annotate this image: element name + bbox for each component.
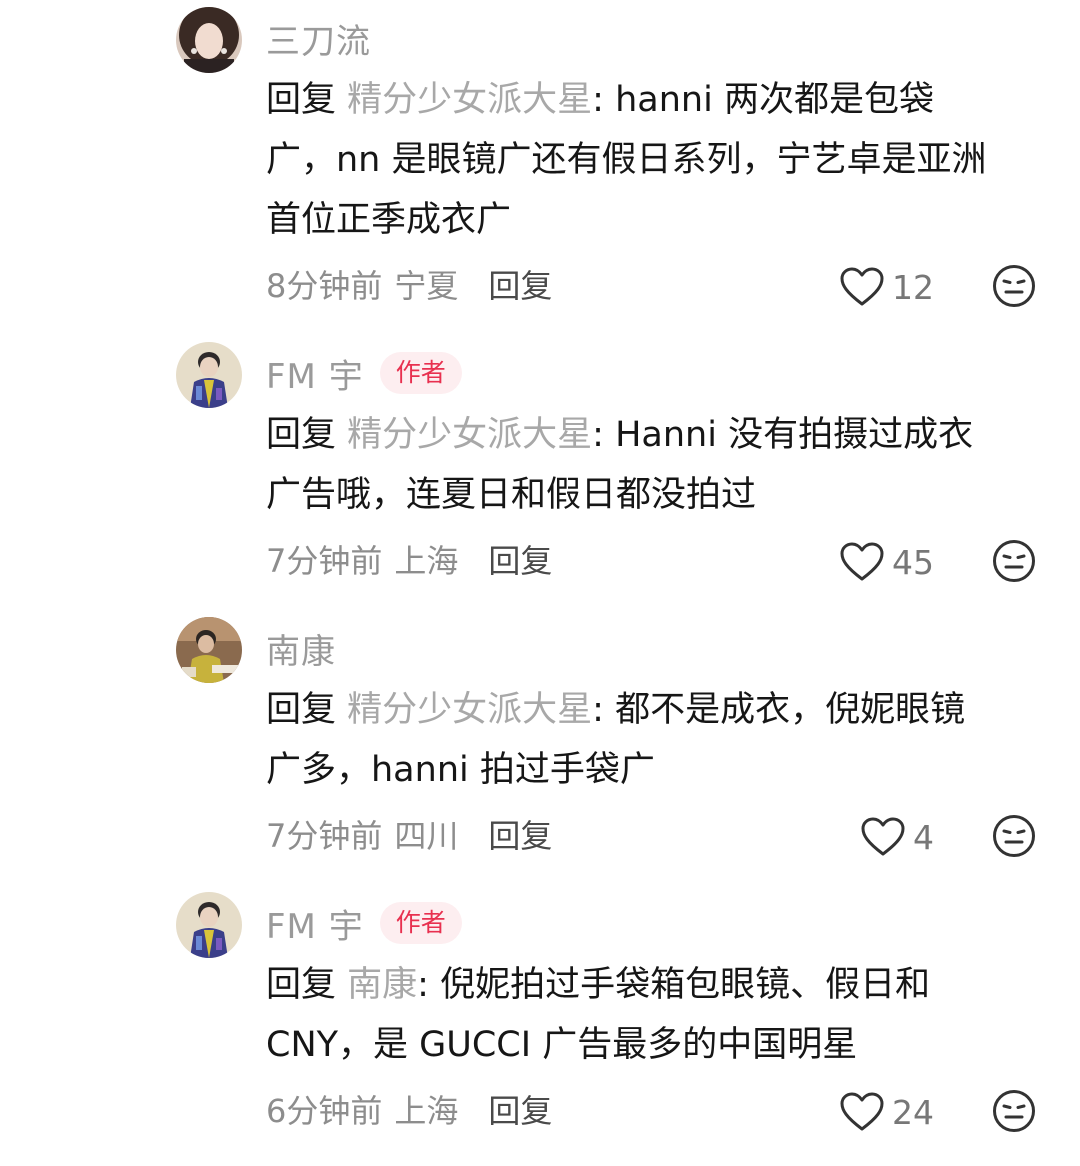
avatar-man-icon: [176, 617, 242, 683]
reply-prefix: 回复: [266, 415, 337, 455]
like-count: 12: [892, 267, 934, 307]
comment-meta: 7分钟前 上海 回复: [266, 534, 552, 584]
neutral-face-icon: [993, 815, 1035, 857]
like-button[interactable]: 45: [830, 537, 934, 587]
comment-text: 回复 精分少女派大星: 都不是成衣，倪妮眼镜 广多，hanni 拍过手袋广: [266, 680, 1046, 800]
neutral-face-icon: [993, 1090, 1035, 1132]
dislike-button[interactable]: [992, 264, 1036, 308]
author-badge: 作者: [379, 902, 462, 944]
username[interactable]: FM 宇: [266, 899, 364, 948]
username[interactable]: 南康: [266, 624, 336, 673]
comment-line: 广，nn 是眼镜广还有假日系列，宁艺卓是亚洲: [266, 140, 987, 180]
comment-text: 回复 南康: 倪妮拍过手袋箱包眼镜、假日和 CNY，是 GUCCI 广告最多的中…: [266, 955, 1046, 1075]
comment-line: 广告哦，连夏日和假日都没拍过: [266, 475, 757, 515]
timestamp: 7分钟前: [266, 542, 383, 580]
like-button[interactable]: 12: [830, 262, 934, 312]
timestamp: 6分钟前: [266, 1092, 383, 1130]
username[interactable]: 三刀流: [266, 14, 371, 63]
reply-button[interactable]: 回复: [488, 1086, 552, 1132]
author-badge: 作者: [379, 352, 462, 394]
avatar-man-icon: [176, 342, 242, 408]
name-row: FM 宇 作者: [266, 349, 462, 398]
location: 四川: [394, 817, 459, 855]
name-row: FM 宇 作者: [266, 899, 462, 948]
reply-prefix: 回复: [266, 965, 337, 1005]
avatar[interactable]: [176, 7, 242, 73]
comment-line: 回复 精分少女派大星: 都不是成衣，倪妮眼镜: [266, 690, 966, 730]
heart-icon: [840, 267, 884, 306]
comment-line-text: hanni 两次都是包袋: [615, 80, 934, 120]
location: 宁夏: [394, 267, 459, 305]
like-count: 24: [892, 1092, 934, 1132]
neutral-face-icon: [993, 540, 1035, 582]
avatar[interactable]: [176, 342, 242, 408]
reply-target-username[interactable]: 精分少女派大星: [347, 690, 592, 730]
heart-icon: [840, 1092, 884, 1131]
comment-meta: 7分钟前 四川 回复: [266, 809, 552, 859]
reply-target-username[interactable]: 精分少女派大星: [347, 415, 592, 455]
reply-button[interactable]: 回复: [488, 811, 552, 857]
like-button[interactable]: 4: [830, 812, 934, 862]
like-button[interactable]: 24: [830, 1087, 934, 1137]
comment-line: CNY，是 GUCCI 广告最多的中国明星: [266, 1025, 858, 1065]
comment-meta: 8分钟前 宁夏 回复: [266, 259, 552, 309]
comment-line: 首位正季成衣广: [266, 200, 512, 240]
comment-line: 回复 精分少女派大星: Hanni 没有拍摄过成衣: [266, 415, 974, 455]
comment-line: 回复 精分少女派大星: hanni 两次都是包袋: [266, 80, 934, 120]
timestamp: 8分钟前: [266, 267, 383, 305]
heart-icon: [840, 542, 884, 581]
avatar-man-icon: [176, 892, 242, 958]
comment-line: 回复 南康: 倪妮拍过手袋箱包眼镜、假日和: [266, 965, 931, 1005]
neutral-face-icon: [993, 265, 1035, 307]
location: 上海: [394, 1092, 459, 1130]
comment-meta: 6分钟前 上海 回复: [266, 1084, 552, 1134]
like-count: 45: [892, 542, 934, 582]
comment-text: 回复 精分少女派大星: Hanni 没有拍摄过成衣 广告哦，连夏日和假日都没拍过: [266, 405, 1046, 525]
reply-prefix: 回复: [266, 690, 337, 730]
heart-icon: [861, 817, 905, 856]
comment-line-text: 都不是成衣，倪妮眼镜: [615, 690, 966, 730]
dislike-button[interactable]: [992, 814, 1036, 858]
comment-text: 回复 精分少女派大星: hanni 两次都是包袋 广，nn 是眼镜广还有假日系列…: [266, 70, 1046, 250]
reply-button[interactable]: 回复: [488, 536, 552, 582]
like-count: 4: [913, 817, 934, 857]
reply-prefix: 回复: [266, 80, 337, 120]
avatar[interactable]: [176, 892, 242, 958]
username[interactable]: FM 宇: [266, 349, 364, 398]
timestamp: 7分钟前: [266, 817, 383, 855]
location: 上海: [394, 542, 459, 580]
name-row: 三刀流: [266, 14, 371, 63]
comment-line: 广多，hanni 拍过手袋广: [266, 750, 655, 790]
reply-button[interactable]: 回复: [488, 261, 552, 307]
avatar[interactable]: [176, 617, 242, 683]
dislike-button[interactable]: [992, 539, 1036, 583]
reply-target-username[interactable]: 南康: [347, 965, 417, 1005]
reply-target-username[interactable]: 精分少女派大星: [347, 80, 592, 120]
avatar-woman-icon: [176, 7, 242, 73]
name-row: 南康: [266, 624, 336, 673]
comment-line-text: Hanni 没有拍摄过成衣: [615, 415, 974, 455]
dislike-button[interactable]: [992, 1089, 1036, 1133]
comment-line-text: 倪妮拍过手袋箱包眼镜、假日和: [440, 965, 931, 1005]
